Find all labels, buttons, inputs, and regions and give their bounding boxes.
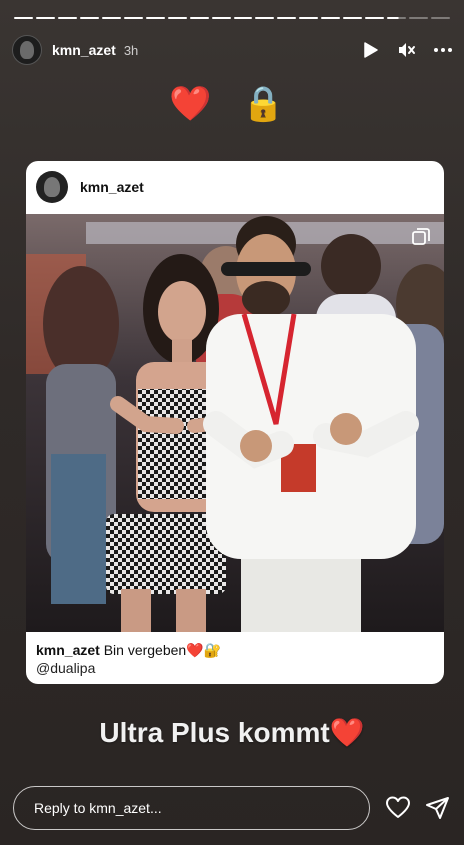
progress-segment — [255, 17, 275, 19]
heart-icon[interactable] — [385, 795, 411, 821]
emoji-sticker: ❤️ 🔒 — [169, 84, 295, 124]
progress-segment — [365, 17, 385, 19]
progress-segment — [167, 17, 187, 19]
progress-segment — [211, 17, 231, 19]
progress-segment — [299, 17, 319, 19]
progress-segment-current — [387, 17, 407, 19]
play-icon[interactable] — [362, 41, 380, 59]
story-text-caption: Ultra Plus kommt❤️ — [99, 717, 365, 748]
multi-photo-icon — [412, 228, 430, 246]
progress-segment — [145, 17, 165, 19]
photo-image — [26, 214, 444, 632]
caption-username: kmn_azet — [36, 642, 100, 658]
story-controls — [362, 41, 452, 59]
post-username: kmn_azet — [80, 179, 144, 195]
post-caption: kmn_azet Bin vergeben❤️🔐 @dualipa — [36, 641, 434, 677]
progress-segment — [57, 17, 77, 19]
mute-icon[interactable] — [398, 41, 416, 59]
progress-segment — [343, 17, 363, 19]
story-progress — [14, 17, 451, 20]
story-username[interactable]: kmn_azet — [52, 42, 116, 58]
post-header: kmn_azet — [26, 161, 444, 213]
progress-segment — [79, 17, 99, 19]
send-icon[interactable] — [425, 795, 451, 821]
caption-text: Bin vergeben❤️🔐 — [103, 642, 222, 658]
progress-segment — [101, 17, 121, 19]
progress-segment — [123, 17, 143, 19]
progress-segment — [35, 17, 55, 19]
progress-segment — [277, 17, 297, 19]
progress-segment — [189, 17, 209, 19]
post-avatar — [36, 171, 68, 203]
progress-segment — [409, 17, 429, 19]
post-photo — [26, 214, 444, 632]
progress-segment — [431, 17, 451, 19]
caption-mention[interactable]: @dualipa — [36, 659, 434, 677]
story-time: 3h — [123, 42, 139, 58]
progress-segment — [14, 17, 33, 19]
progress-segment — [321, 17, 341, 19]
story-header: kmn_azet 3h — [12, 34, 452, 66]
progress-segment — [233, 17, 253, 19]
more-icon[interactable] — [434, 41, 452, 59]
shared-post-card[interactable]: kmn_azet kmn_azet Bin vergeben❤️🔐 @duali… — [26, 161, 444, 684]
avatar[interactable] — [12, 35, 42, 65]
reply-input[interactable] — [13, 786, 370, 830]
